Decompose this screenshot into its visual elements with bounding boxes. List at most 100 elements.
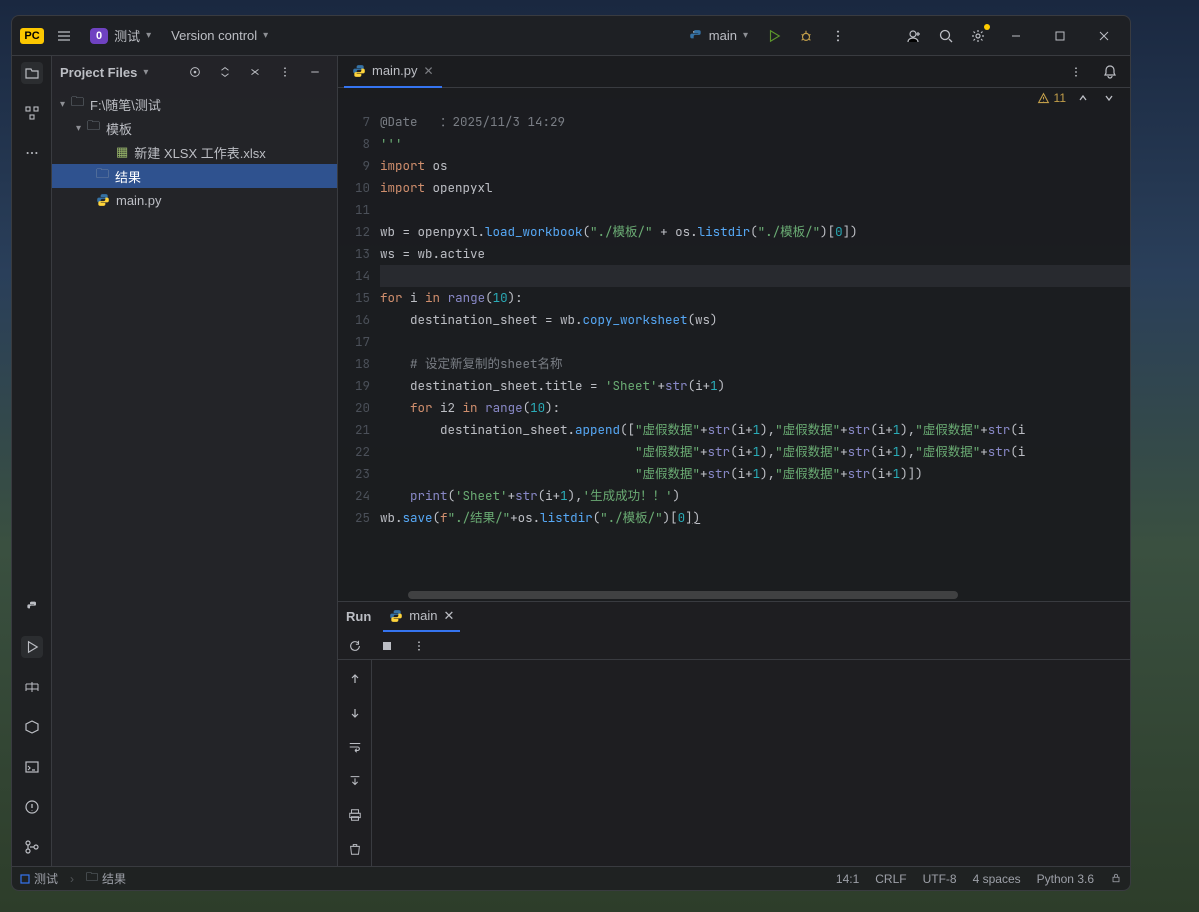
stop-icon[interactable] xyxy=(376,635,398,657)
tree-folder-templates[interactable]: ▾ 🗀 模板 xyxy=(52,116,337,140)
services-tool-icon[interactable] xyxy=(21,716,43,738)
clear-icon[interactable] xyxy=(344,838,366,860)
xlsx-file-icon: ▦ xyxy=(116,144,128,160)
folder-icon: 🗀 xyxy=(71,93,84,115)
close-tab-icon[interactable]: ✕ xyxy=(424,64,434,78)
run-config-name: main xyxy=(709,28,737,43)
collapse-all-icon[interactable] xyxy=(241,58,269,86)
debug-button[interactable] xyxy=(792,22,820,50)
project-badge: 0 xyxy=(90,28,108,44)
soft-wrap-icon[interactable] xyxy=(344,736,366,758)
maximize-button[interactable] xyxy=(1040,16,1080,56)
notifications-icon[interactable] xyxy=(1096,58,1124,86)
run-panel: Run main ✕ xyxy=(338,601,1130,866)
structure-tool-icon[interactable] xyxy=(21,102,43,124)
ide-logo-icon[interactable]: PC xyxy=(18,22,46,50)
tree-label: 模板 xyxy=(106,119,132,138)
run-tab-main[interactable]: main ✕ xyxy=(383,602,460,632)
tree-label: main.py xyxy=(116,193,162,208)
python-console-icon[interactable] xyxy=(21,596,43,618)
tree-label: F:\随笔\测试 xyxy=(90,95,161,114)
hamburger-menu-icon[interactable] xyxy=(50,22,78,50)
version-control-selector[interactable]: Version control ▾ xyxy=(163,24,276,47)
python-packages-icon[interactable] xyxy=(21,676,43,698)
editor-options-icon[interactable] xyxy=(1062,58,1090,86)
lock-icon[interactable] xyxy=(1110,872,1122,886)
editor-tabs: main.py ✕ xyxy=(338,56,1130,88)
chevron-down-icon: ▾ xyxy=(76,123,81,134)
chevron-down-icon: ▾ xyxy=(743,30,748,41)
project-tree: ▾ 🗀 F:\随笔\测试 ▾ 🗀 模板 ▦ 新建 XLSX 工作表.xlsx 🗀… xyxy=(52,88,337,216)
notification-dot-icon xyxy=(984,24,990,30)
run-panel-title: Run xyxy=(346,609,371,624)
project-panel-title: Project Files xyxy=(60,65,137,80)
tree-folder-results[interactable]: 🗀 结果 xyxy=(52,164,337,188)
editor-tab-mainpy[interactable]: main.py ✕ xyxy=(344,56,442,88)
python-file-icon xyxy=(96,193,110,207)
next-highlight-icon[interactable] xyxy=(1100,89,1118,107)
interpreter-info[interactable]: Python 3.6 xyxy=(1037,872,1094,886)
collab-icon[interactable] xyxy=(900,22,928,50)
version-control-label: Version control xyxy=(171,28,257,43)
project-tool-icon[interactable] xyxy=(21,62,43,84)
breadcrumb-project[interactable]: 测试 xyxy=(20,870,58,887)
chevron-down-icon: ▾ xyxy=(60,99,65,110)
editor-tab-label: main.py xyxy=(372,63,418,78)
run-button[interactable] xyxy=(760,22,788,50)
run-output[interactable] xyxy=(372,660,1130,866)
run-side-controls xyxy=(338,660,372,866)
close-tab-icon[interactable]: ✕ xyxy=(443,608,454,624)
horizontal-scrollbar[interactable] xyxy=(408,591,958,599)
version-control-tool-icon[interactable] xyxy=(21,836,43,858)
tree-label: 新建 XLSX 工作表.xlsx xyxy=(134,143,265,162)
print-icon[interactable] xyxy=(344,804,366,826)
expand-all-icon[interactable] xyxy=(211,58,239,86)
indent-config[interactable]: 4 spaces xyxy=(973,872,1021,886)
problems-tool-icon[interactable] xyxy=(21,796,43,818)
more-tools-icon[interactable] xyxy=(21,142,43,164)
topbar: PC 0 测试 ▾ Version control ▾ main ▾ xyxy=(12,16,1130,56)
folder-icon: 🗀 xyxy=(86,868,98,889)
project-name: 测试 xyxy=(114,26,140,45)
run-options-icon[interactable] xyxy=(408,635,430,657)
rerun-icon[interactable] xyxy=(344,635,366,657)
settings-icon[interactable] xyxy=(964,22,992,50)
down-stack-icon[interactable] xyxy=(344,702,366,724)
up-stack-icon[interactable] xyxy=(344,668,366,690)
select-opened-file-icon[interactable] xyxy=(181,58,209,86)
chevron-down-icon[interactable]: ▾ xyxy=(143,67,148,78)
editor-body[interactable]: 78910111213141516171819202122232425 @Dat… xyxy=(338,108,1130,601)
run-config-selector[interactable]: main ▾ xyxy=(681,24,756,47)
panel-options-icon[interactable] xyxy=(271,58,299,86)
python-file-icon xyxy=(352,64,366,78)
inspection-warnings[interactable]: 11 xyxy=(1037,91,1066,105)
breadcrumb-folder[interactable]: 🗀 结果 xyxy=(86,868,126,889)
project-panel-header: Project Files ▾ xyxy=(52,56,337,88)
tree-label: 结果 xyxy=(115,167,141,186)
tool-window-bar-left xyxy=(12,56,52,866)
cursor-position[interactable]: 14:1 xyxy=(836,872,859,886)
folder-icon: 🗀 xyxy=(96,165,109,187)
more-actions-icon[interactable] xyxy=(824,22,852,50)
file-encoding[interactable]: UTF-8 xyxy=(923,872,957,886)
tree-root-folder[interactable]: ▾ 🗀 F:\随笔\测试 xyxy=(52,92,337,116)
chevron-down-icon: ▾ xyxy=(263,30,268,41)
editor-code[interactable]: @Date ：2025/11/3 14:29'''import osimport… xyxy=(380,108,1130,601)
tree-file-main-py[interactable]: main.py xyxy=(52,188,337,212)
hide-panel-icon[interactable] xyxy=(301,58,329,86)
folder-icon: 🗀 xyxy=(87,117,100,139)
close-button[interactable] xyxy=(1084,16,1124,56)
search-icon[interactable] xyxy=(932,22,960,50)
project-selector[interactable]: 0 测试 ▾ xyxy=(82,22,159,49)
minimize-button[interactable] xyxy=(996,16,1036,56)
terminal-tool-icon[interactable] xyxy=(21,756,43,778)
run-tool-icon[interactable] xyxy=(21,636,43,658)
run-panel-header: Run main ✕ xyxy=(338,602,1130,632)
scroll-to-end-icon[interactable] xyxy=(344,770,366,792)
line-ending[interactable]: CRLF xyxy=(875,872,906,886)
python-icon xyxy=(689,29,703,43)
tree-file-xlsx[interactable]: ▦ 新建 XLSX 工作表.xlsx xyxy=(52,140,337,164)
chevron-down-icon: ▾ xyxy=(146,30,151,41)
project-files-panel: Project Files ▾ ▾ 🗀 F:\随笔\测试 ▾ xyxy=(52,56,338,866)
prev-highlight-icon[interactable] xyxy=(1074,89,1092,107)
